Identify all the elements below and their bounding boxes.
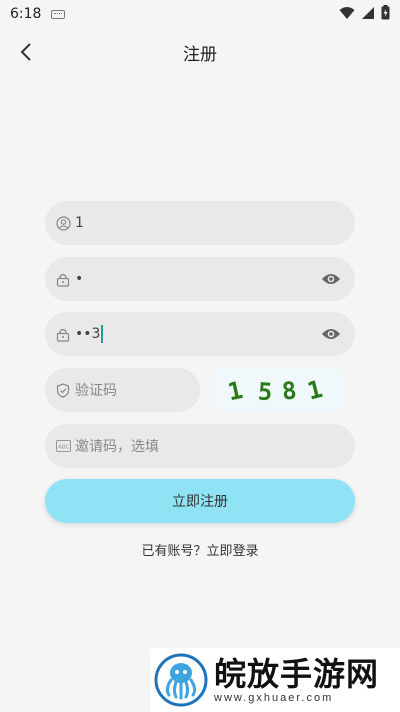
user-icon xyxy=(55,215,71,231)
username-field[interactable]: 1 xyxy=(45,201,355,245)
captcha-field[interactable]: 验证码 xyxy=(45,368,200,412)
login-link[interactable]: 已有账号？立即登录 xyxy=(0,540,400,559)
app-bar: 注册 xyxy=(0,28,400,76)
signal-icon xyxy=(362,6,374,19)
watermark: 皖放手游网 www.gxhuaer.com xyxy=(150,648,400,712)
status-bar: 6:18 xyxy=(0,0,400,28)
invite-code-field[interactable]: ABC 邀请码，选填 xyxy=(45,424,355,468)
status-icons xyxy=(339,5,390,20)
shield-icon xyxy=(55,382,71,398)
text-cursor xyxy=(101,325,104,343)
back-button[interactable] xyxy=(10,36,42,68)
watermark-url: www.gxhuaer.com xyxy=(214,692,334,704)
keyboard-icon xyxy=(51,9,66,19)
show-confirm-password-toggle[interactable] xyxy=(321,325,341,343)
svg-text:5: 5 xyxy=(257,377,273,406)
show-password-toggle[interactable] xyxy=(321,270,341,288)
svg-text:ABC: ABC xyxy=(58,445,69,451)
battery-icon xyxy=(381,5,390,20)
confirm-password-value: ••3 xyxy=(75,325,355,343)
captcha-digits: 1 5 8 1 xyxy=(225,375,326,407)
confirm-password-text: ••3 xyxy=(75,326,101,342)
password-field[interactable]: • xyxy=(45,257,355,301)
octopus-logo-icon xyxy=(154,653,208,707)
watermark-text: 皖放手游网 www.gxhuaer.com xyxy=(214,656,379,704)
invite-code-placeholder: 邀请码，选填 xyxy=(75,439,159,455)
svg-text:8: 8 xyxy=(281,376,298,405)
page-title: 注册 xyxy=(183,44,217,65)
watermark-title: 皖放手游网 xyxy=(214,655,380,693)
wifi-icon xyxy=(339,6,355,19)
register-button[interactable]: 立即注册 xyxy=(45,479,355,523)
svg-text:1: 1 xyxy=(225,376,245,406)
username-value: 1 xyxy=(75,215,84,231)
svg-text:1: 1 xyxy=(305,375,326,406)
back-arrow-icon xyxy=(20,43,31,61)
password-value: • xyxy=(75,271,84,287)
lock-icon xyxy=(55,271,71,287)
abc-icon: ABC xyxy=(55,438,71,454)
eye-icon xyxy=(322,329,340,339)
captcha-image[interactable]: 1 5 8 1 xyxy=(210,368,344,412)
lock-icon xyxy=(55,326,71,342)
eye-icon xyxy=(322,274,340,284)
status-time: 6:18 xyxy=(10,6,42,22)
captcha-placeholder: 验证码 xyxy=(75,383,117,399)
confirm-password-field[interactable]: ••3 xyxy=(45,312,355,356)
